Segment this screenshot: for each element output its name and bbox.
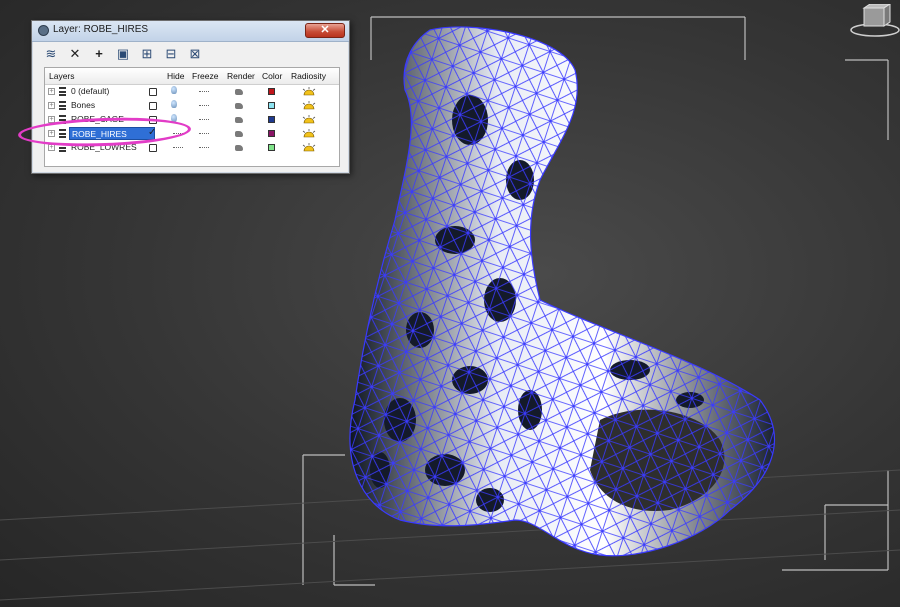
select-objects-icon[interactable]: ▣ [114,45,132,63]
layer-row[interactable]: + 0 (default) [45,85,339,99]
hide-all-icon[interactable]: ⊟ [162,45,180,63]
layer-row[interactable]: + Bones [45,99,339,113]
layer-color-swatch[interactable] [268,102,275,109]
layer-color-swatch[interactable] [268,116,275,123]
column-freeze[interactable]: Freeze [192,71,218,81]
render-teapot-icon[interactable] [235,131,243,137]
app-icon [38,25,49,36]
layer-name[interactable]: 0 (default) [69,85,155,98]
create-layer-icon[interactable]: ≋ [42,45,60,63]
radiosity-icon[interactable] [302,143,316,152]
expand-icon[interactable]: + [48,102,55,109]
active-layer-toggle[interactable] [149,144,157,152]
render-teapot-icon[interactable] [235,145,243,151]
layer-color-swatch[interactable] [268,88,275,95]
robe-model[interactable] [349,26,775,557]
expand-icon[interactable]: + [48,88,55,95]
add-to-layer-icon[interactable]: + [90,45,108,63]
layer-toolbar: ≋ ✕ + ▣ ⊞ ⊟ ⊠ [38,45,338,63]
layer-list-header: Layers Hide Freeze Render Color Radiosit… [45,68,339,85]
column-hide[interactable]: Hide [167,71,184,81]
freeze-toggle[interactable] [199,133,209,136]
layer-list[interactable]: Layers Hide Freeze Render Color Radiosit… [44,67,340,167]
freeze-toggle[interactable] [199,91,209,94]
delete-layer-icon[interactable]: ✕ [66,45,84,63]
freeze-toggle[interactable] [199,105,209,108]
radiosity-icon[interactable] [302,101,316,110]
radiosity-icon[interactable] [302,129,316,138]
dialog-titlebar[interactable]: Layer: ROBE_HIRES ✕ [32,21,349,42]
active-layer-toggle[interactable] [149,88,157,96]
freeze-toggle[interactable] [199,119,209,122]
column-layers[interactable]: Layers [49,71,75,81]
layer-name[interactable]: Bones [69,99,155,112]
render-teapot-icon[interactable] [235,89,243,95]
hide-toggle[interactable] [173,147,183,150]
hide-bulb-icon[interactable] [171,86,177,94]
layer-icon [59,87,66,96]
close-button[interactable]: ✕ [305,23,345,38]
column-radiosity[interactable]: Radiosity [291,71,326,81]
highlight-layer-icon[interactable]: ⊞ [138,45,156,63]
layer-icon [59,101,66,110]
freeze-all-icon[interactable]: ⊠ [186,45,204,63]
render-teapot-icon[interactable] [235,117,243,123]
hide-bulb-icon[interactable] [171,100,177,108]
column-color[interactable]: Color [262,71,282,81]
radiosity-icon[interactable] [302,87,316,96]
viewcube-icon[interactable] [850,3,900,38]
render-teapot-icon[interactable] [235,103,243,109]
freeze-toggle[interactable] [199,147,209,150]
layer-dialog[interactable]: Layer: ROBE_HIRES ✕ ≋ ✕ + ▣ ⊞ ⊟ ⊠ Layers… [31,20,350,174]
dialog-title: Layer: ROBE_HIRES [53,24,149,35]
active-layer-toggle[interactable] [149,102,157,110]
layer-color-swatch[interactable] [268,130,275,137]
radiosity-icon[interactable] [302,115,316,124]
layer-color-swatch[interactable] [268,144,275,151]
column-render[interactable]: Render [227,71,255,81]
